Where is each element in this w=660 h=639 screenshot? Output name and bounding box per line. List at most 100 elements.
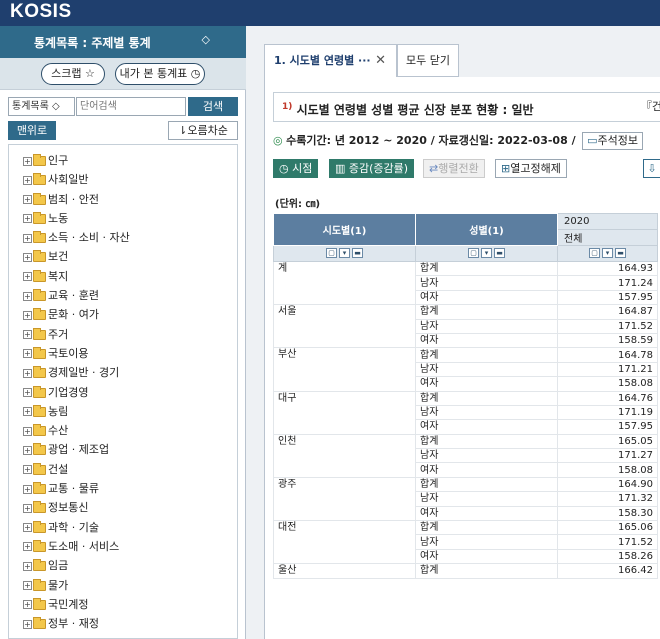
gender-cell[interactable]: 남자	[415, 404, 558, 421]
gender-cell[interactable]: 남자	[415, 275, 558, 291]
collapse-icon[interactable]: ▬	[494, 248, 505, 258]
tree-item[interactable]: + 경제일반 · 경기	[9, 363, 237, 382]
sort-ascending-button[interactable]: ⇂오름차순	[168, 121, 238, 140]
collapse-icon[interactable]: ▬	[352, 248, 363, 258]
change-rate-button[interactable]: ▥ 증감(증감률)	[329, 159, 415, 178]
tree-item[interactable]: + 광업 · 제조업	[9, 440, 237, 459]
unfreeze-columns-button[interactable]: ⊞열고정해제	[495, 159, 567, 178]
gender-cell[interactable]: 합계	[415, 390, 558, 406]
region-cell[interactable]: 광주	[273, 476, 416, 522]
scroll-top-button[interactable]: 맨위로	[8, 121, 56, 140]
gender-cell[interactable]: 여자	[415, 419, 558, 435]
value-cell[interactable]: 164.87	[557, 304, 658, 320]
gender-cell[interactable]: 여자	[415, 548, 558, 565]
my-tables-button[interactable]: 내가 본 통계표 ◷	[115, 63, 205, 85]
value-cell[interactable]: 158.08	[557, 376, 658, 392]
expand-icon[interactable]: +	[23, 561, 32, 571]
column-header-total[interactable]: 전체	[557, 229, 658, 246]
kosis-logo[interactable]: KOSIS	[10, 1, 72, 23]
expand-icon[interactable]: +	[23, 272, 32, 282]
select-all-icon[interactable]: ▢	[468, 248, 479, 258]
value-cell[interactable]: 171.52	[557, 534, 658, 550]
region-cell[interactable]: 울산	[273, 563, 416, 579]
gender-cell[interactable]: 합계	[415, 520, 558, 536]
expand-icon[interactable]: +	[23, 581, 32, 591]
tree-item[interactable]: + 정보통신	[9, 498, 237, 517]
expand-icon[interactable]: +	[23, 291, 32, 301]
gender-cell[interactable]: 여자	[415, 376, 558, 392]
value-cell[interactable]: 158.08	[557, 462, 658, 478]
download-icon[interactable]: ⇩	[643, 159, 660, 178]
tab-active[interactable]: 1. 시도별 연령별 ··· ✕	[264, 44, 397, 77]
expand-icon[interactable]: +	[23, 523, 32, 533]
pivot-button[interactable]: ⇄행렬전환	[423, 159, 485, 178]
expand-icon[interactable]: +	[23, 252, 32, 262]
value-cell[interactable]: 165.06	[557, 520, 658, 536]
expand-icon[interactable]: +	[23, 465, 32, 475]
value-cell[interactable]: 158.26	[557, 548, 658, 565]
tree-item[interactable]: + 복지	[9, 267, 237, 286]
tree-item[interactable]: + 도소매 · 서비스	[9, 537, 237, 556]
scrap-button[interactable]: 스크랩 ☆	[41, 63, 105, 85]
expand-icon[interactable]: +	[23, 388, 32, 398]
tree-item[interactable]: + 임금	[9, 556, 237, 575]
gender-cell[interactable]: 여자	[415, 289, 558, 306]
column-header-year[interactable]: 2020	[557, 213, 658, 230]
value-cell[interactable]: 171.52	[557, 318, 658, 334]
time-point-button[interactable]: ◷ 시점	[273, 159, 319, 178]
region-cell[interactable]: 부산	[273, 347, 416, 392]
expand-icon[interactable]: +	[23, 175, 32, 185]
region-cell[interactable]: 대전	[273, 520, 416, 565]
gender-cell[interactable]: 합계	[415, 347, 558, 363]
tree-item[interactable]: + 인구	[9, 151, 237, 170]
expand-icon[interactable]: +	[23, 214, 32, 224]
gender-cell[interactable]: 남자	[415, 448, 558, 464]
expand-icon[interactable]: +	[23, 600, 32, 610]
gender-cell[interactable]: 여자	[415, 462, 558, 478]
gender-cell[interactable]: 합계	[415, 304, 558, 320]
gender-cell[interactable]: 합계	[415, 476, 558, 493]
value-cell[interactable]: 171.27	[557, 448, 658, 464]
gender-cell[interactable]: 남자	[415, 318, 558, 334]
tree-item[interactable]: + 농림	[9, 402, 237, 421]
sidebar-header[interactable]: 통계목록 : 주제별 통계 ◇	[0, 26, 246, 58]
value-cell[interactable]: 164.78	[557, 347, 658, 363]
expand-icon[interactable]: +	[23, 233, 32, 243]
value-cell[interactable]: 171.21	[557, 361, 658, 378]
region-cell[interactable]: 서울	[273, 304, 416, 349]
tree-item[interactable]: + 정부 · 재정	[9, 614, 237, 633]
expand-icon[interactable]: +	[23, 368, 32, 378]
select-all-icon[interactable]: ▢	[326, 248, 337, 258]
tree-item[interactable]: + 주거	[9, 325, 237, 344]
tree-item[interactable]: + 문화 · 여가	[9, 305, 237, 324]
region-cell[interactable]: 인천	[273, 433, 416, 478]
tree-item[interactable]: + 교육 · 훈련	[9, 286, 237, 305]
tree-item[interactable]: + 국민계정	[9, 595, 237, 614]
gender-cell[interactable]: 남자	[415, 361, 558, 378]
sidebar-dropdown-icon[interactable]: ◇	[202, 33, 210, 46]
expand-icon[interactable]: +	[23, 407, 32, 417]
expand-icon[interactable]: +	[23, 330, 32, 340]
tree-item[interactable]: + 노동	[9, 209, 237, 228]
value-cell[interactable]: 157.95	[557, 289, 658, 306]
gender-cell[interactable]: 여자	[415, 332, 558, 349]
collapse-icon[interactable]: ▬	[615, 248, 626, 258]
tree-item[interactable]: + 과학 · 기술	[9, 518, 237, 537]
note-info-button[interactable]: ▭주석정보	[582, 132, 643, 150]
value-cell[interactable]: 171.24	[557, 275, 658, 291]
gender-cell[interactable]: 여자	[415, 505, 558, 522]
tree-item[interactable]: + 교통 · 물류	[9, 479, 237, 498]
expand-icon[interactable]: +	[23, 426, 32, 436]
tree-item[interactable]: + 소득 · 소비 · 자산	[9, 228, 237, 247]
tree-item[interactable]: + 건설	[9, 460, 237, 479]
expand-icon[interactable]: +	[23, 310, 32, 320]
tree-item[interactable]: + 보건	[9, 247, 237, 266]
value-cell[interactable]: 157.95	[557, 419, 658, 435]
value-cell[interactable]: 171.32	[557, 491, 658, 507]
sort-icon[interactable]: ▾	[339, 248, 350, 258]
value-cell[interactable]: 164.76	[557, 390, 658, 406]
gender-cell[interactable]: 합계	[415, 260, 558, 277]
tree-item[interactable]: + 물가	[9, 576, 237, 595]
gender-cell[interactable]: 남자	[415, 491, 558, 507]
search-scope-select[interactable]: 통계목록 ◇	[8, 97, 75, 116]
